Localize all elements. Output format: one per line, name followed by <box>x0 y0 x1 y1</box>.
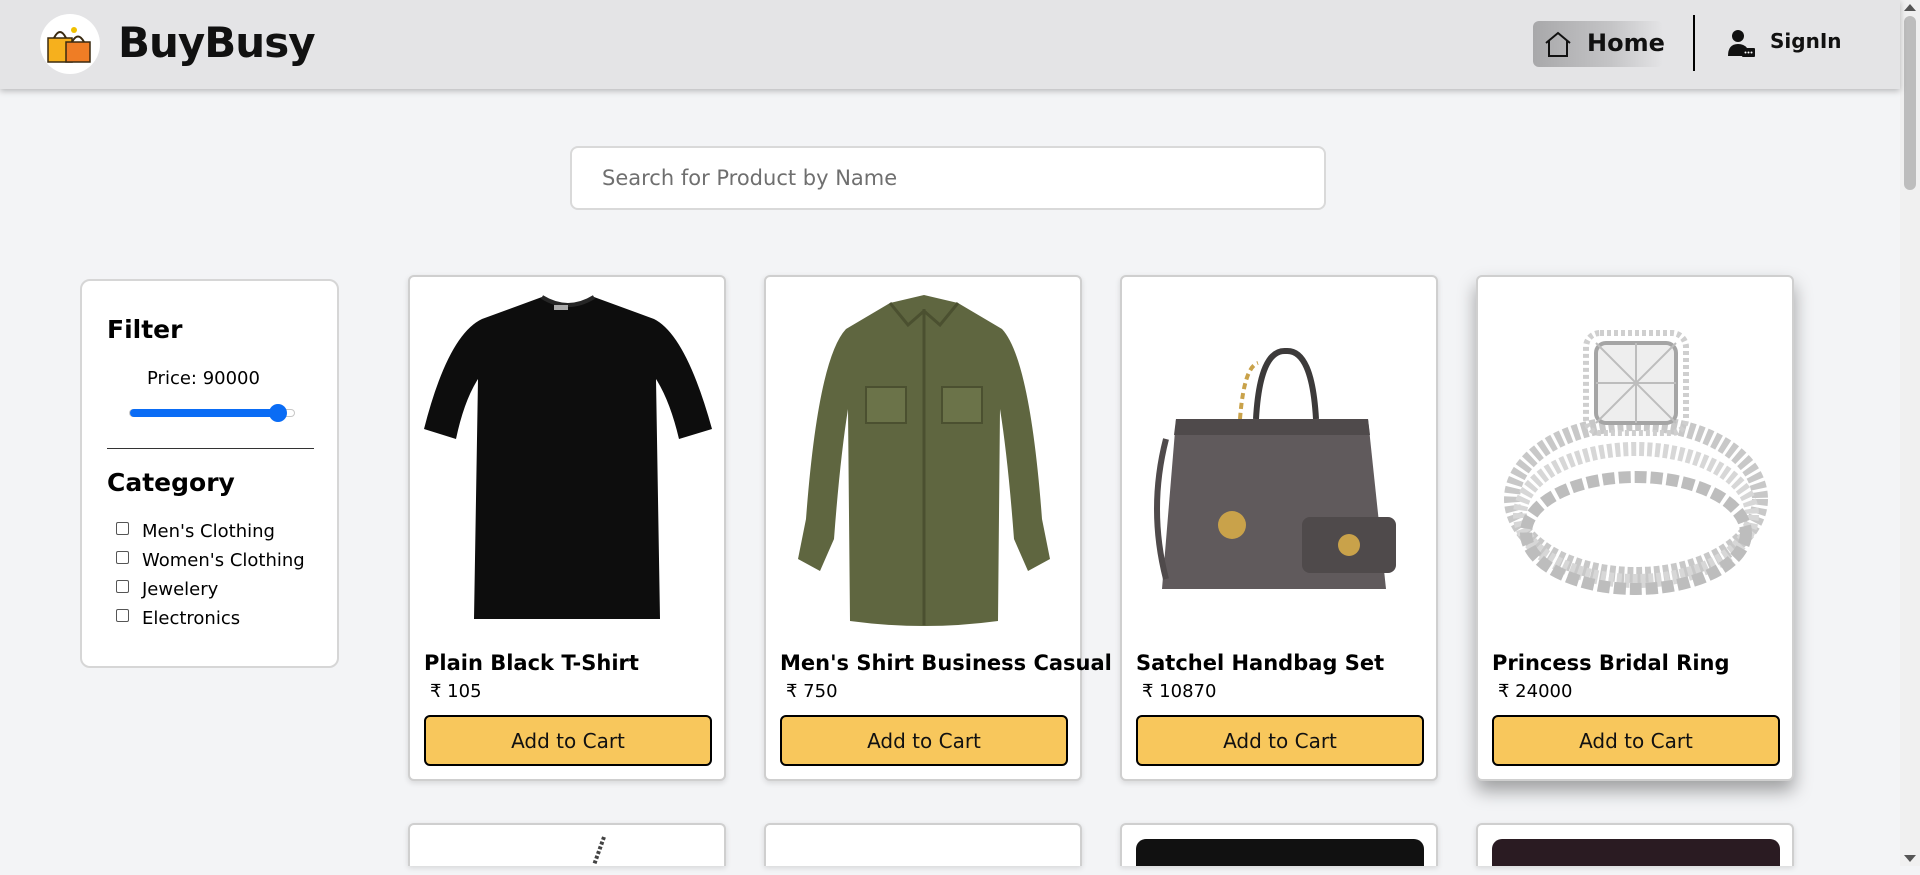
product-card: Princess Bridal Ring ₹ 24000 Add to Cart <box>1476 275 1794 781</box>
product-price: ₹ 105 <box>430 681 482 702</box>
add-to-cart-button[interactable]: Add to Cart <box>780 715 1068 766</box>
nav-home-label: Home <box>1587 29 1665 57</box>
shopping-bags-logo-icon <box>47 27 91 63</box>
product-image <box>1492 289 1780 639</box>
product-card <box>408 823 726 866</box>
price-label: Price: 90000 <box>147 368 260 389</box>
product-image <box>1492 839 1780 866</box>
add-to-cart-button[interactable]: Add to Cart <box>424 715 712 766</box>
add-to-cart-button[interactable]: Add to Cart <box>1492 715 1780 766</box>
product-image <box>424 289 712 639</box>
ring-image-icon <box>1504 330 1768 595</box>
product-name[interactable]: Satchel Handbag Set <box>1136 651 1384 675</box>
product-card <box>1120 823 1438 866</box>
product-card <box>764 823 1082 866</box>
product-price: ₹ 750 <box>786 681 838 702</box>
nav-signin-label: SignIn <box>1770 29 1842 53</box>
category-checkbox[interactable] <box>116 609 129 622</box>
category-label: Men's Clothing <box>142 521 275 542</box>
price-slider-thumb[interactable] <box>269 404 288 422</box>
category-checkbox[interactable] <box>116 522 129 535</box>
handbag-image-icon <box>1154 348 1396 589</box>
product-card: Men's Shirt Business Casual ₹ 750 Add to… <box>764 275 1112 781</box>
scroll-down-arrow-icon[interactable] <box>1904 855 1916 862</box>
category-title: Category <box>107 468 235 497</box>
category-checkbox[interactable] <box>116 580 129 593</box>
home-icon <box>1545 31 1571 57</box>
product-card: Satchel Handbag Set ₹ 10870 Add to Cart <box>1120 275 1438 781</box>
scroll-up-arrow-icon[interactable] <box>1904 4 1916 11</box>
nav-home-button[interactable]: Home <box>1533 21 1665 67</box>
tshirt-image-icon <box>424 295 712 619</box>
product-card <box>1476 823 1794 866</box>
product-price: ₹ 10870 <box>1142 681 1217 702</box>
product-name[interactable]: Princess Bridal Ring <box>1492 651 1730 675</box>
category-label: Electronics <box>142 608 241 629</box>
category-label: Jewelery <box>142 579 219 600</box>
navbar: BuyBusy Home SignIn <box>0 0 1900 89</box>
nav-divider <box>1693 15 1695 71</box>
product-image <box>1136 839 1424 866</box>
product-image <box>780 289 1068 639</box>
add-to-cart-button[interactable]: Add to Cart <box>1136 715 1424 766</box>
logo[interactable] <box>40 14 100 74</box>
product-name[interactable]: Men's Shirt Business Casual <box>780 651 1112 675</box>
nav-signin-button[interactable]: SignIn <box>1723 26 1843 62</box>
price-slider-fill <box>130 409 280 417</box>
brand-name[interactable]: BuyBusy <box>118 18 316 67</box>
product-name[interactable]: Plain Black T-Shirt <box>424 651 639 675</box>
product-image-icon <box>592 836 606 866</box>
product-card: Plain Black T-Shirt ₹ 105 Add to Cart <box>408 275 726 781</box>
user-signin-icon <box>1728 30 1755 57</box>
shirt-image-icon <box>798 295 1050 626</box>
search-input[interactable] <box>570 146 1326 210</box>
filter-title: Filter <box>107 315 183 344</box>
filter-divider <box>107 448 314 449</box>
category-checkbox[interactable] <box>116 551 129 564</box>
scrollbar-thumb[interactable] <box>1904 16 1916 190</box>
product-image <box>1136 289 1424 639</box>
page-scrollbar[interactable] <box>1900 0 1920 866</box>
filter-panel: Filter Price: 90000 Category Men's Cloth… <box>80 279 339 668</box>
category-label: Women's Clothing <box>142 550 305 571</box>
product-price: ₹ 24000 <box>1498 681 1573 702</box>
